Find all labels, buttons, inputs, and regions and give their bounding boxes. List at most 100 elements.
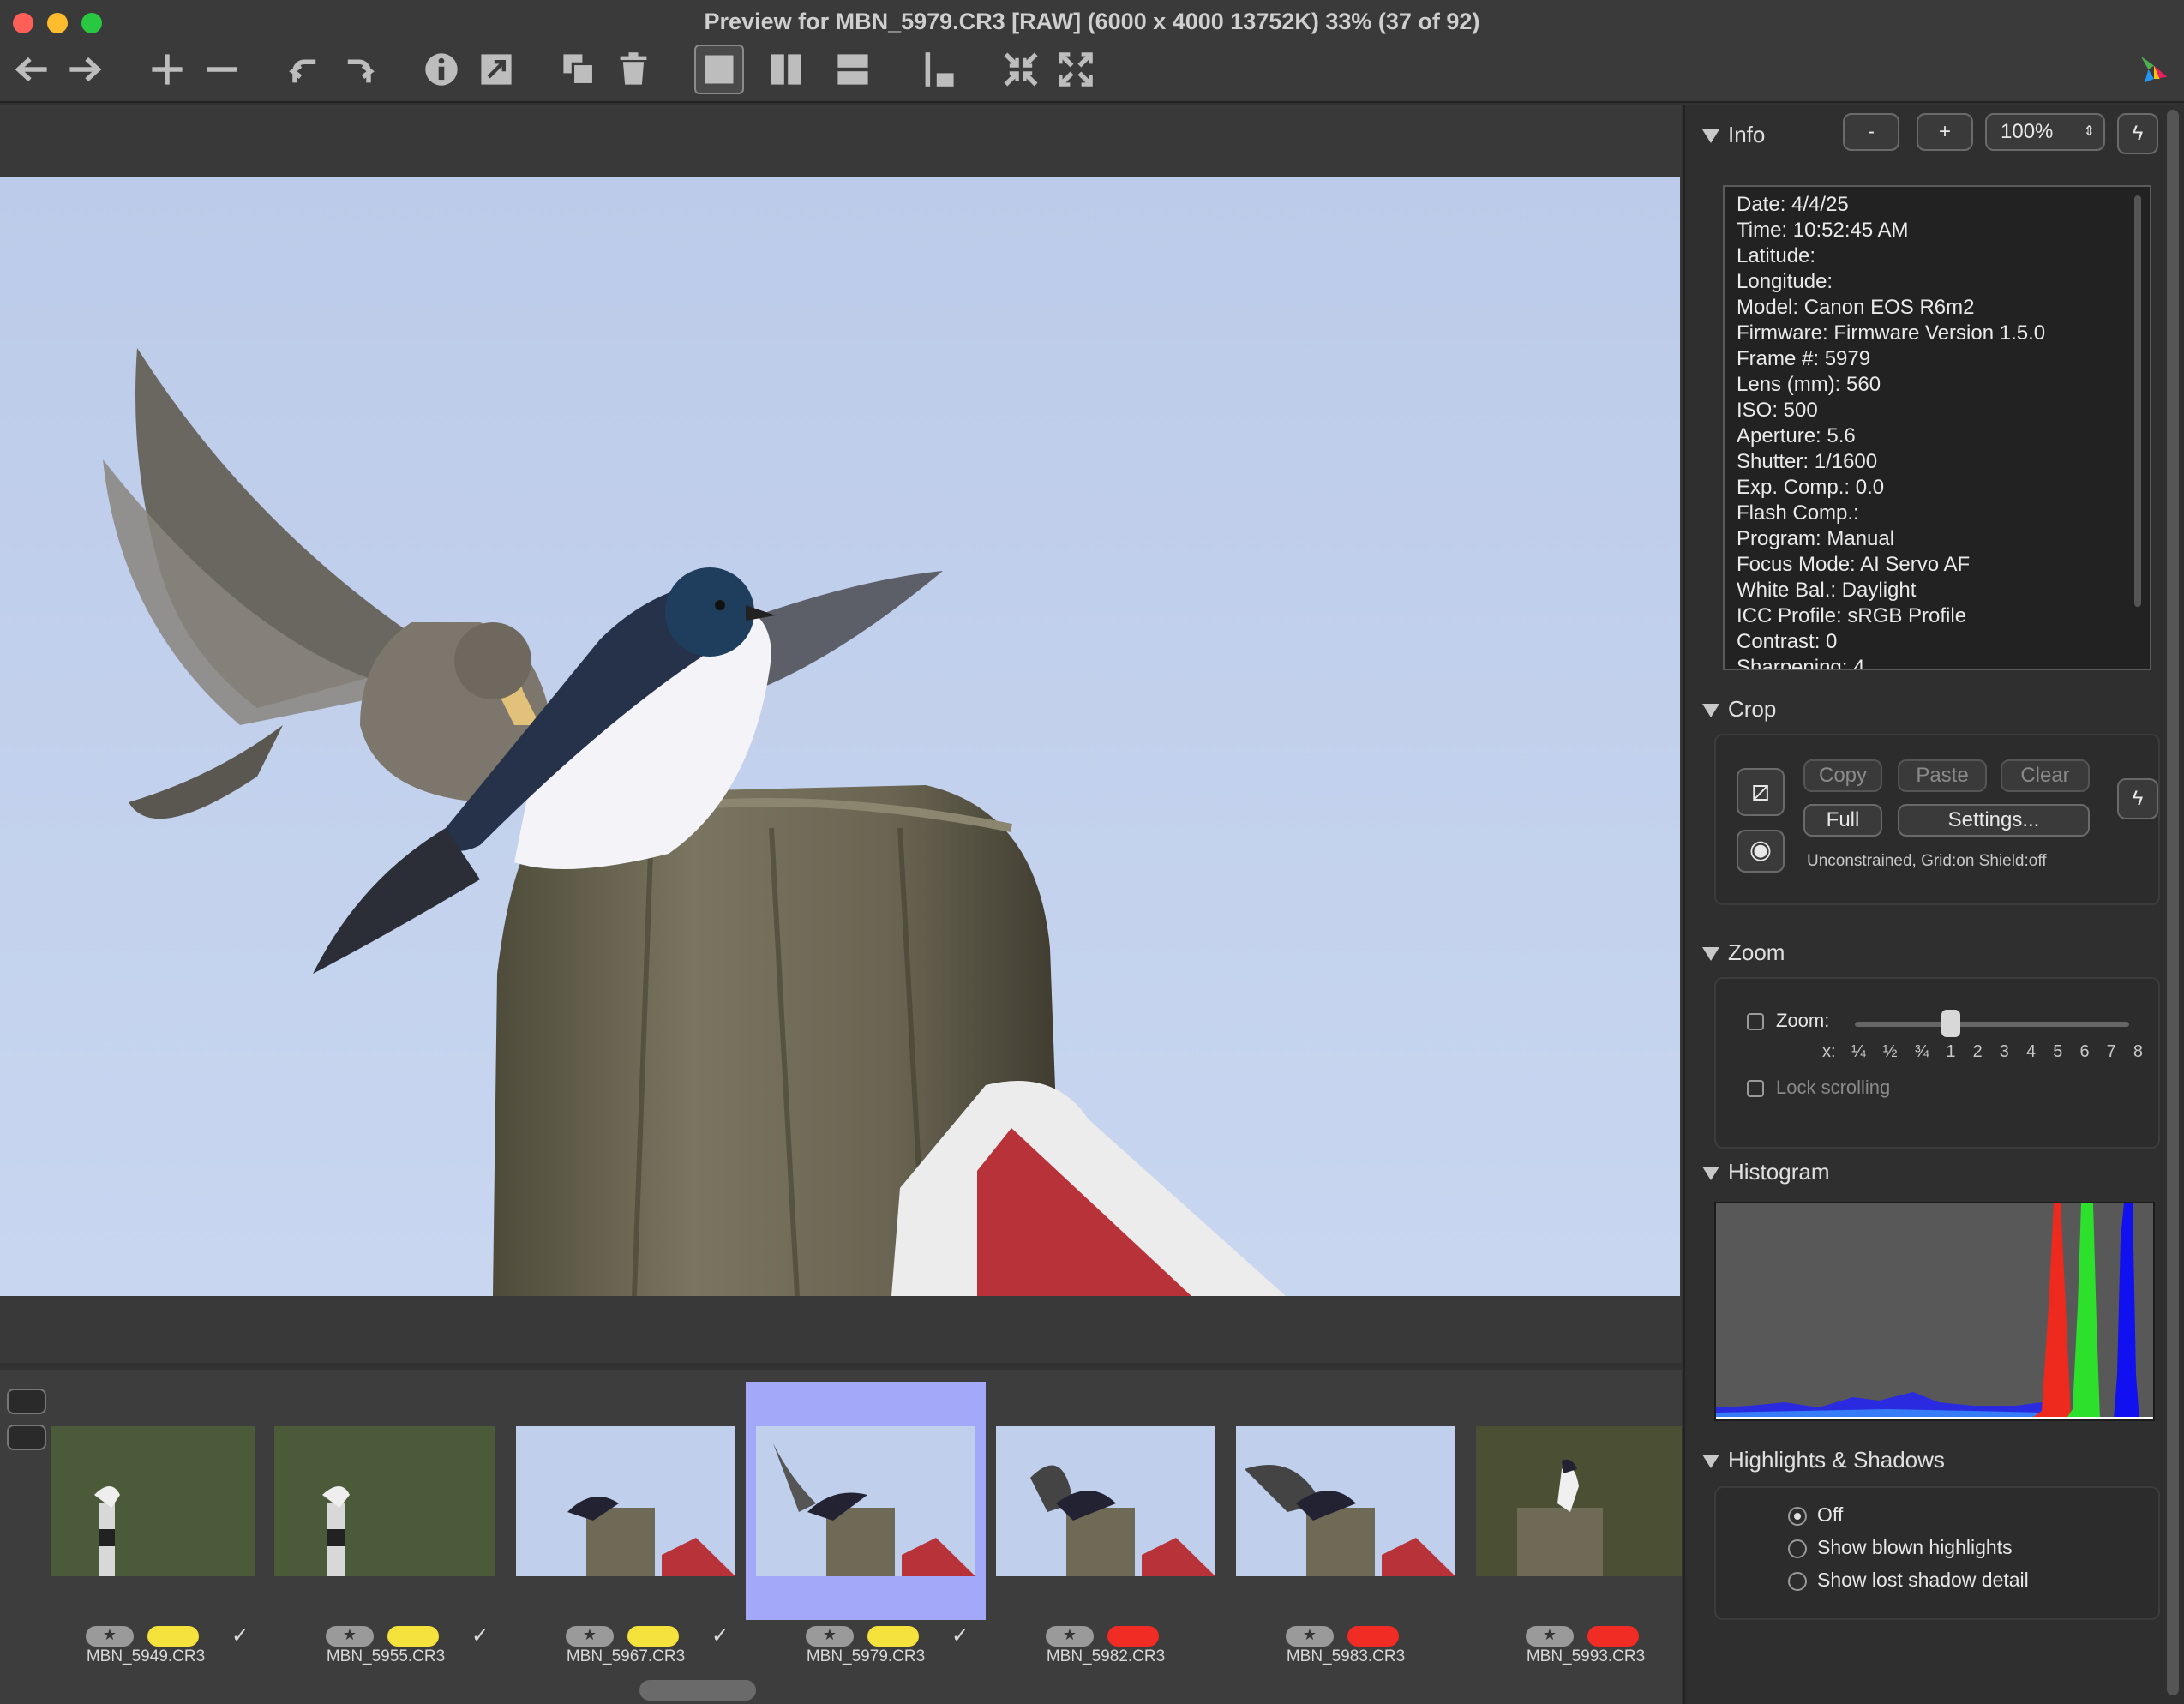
sidebar-icon[interactable] [914, 45, 963, 94]
thumbnail-image[interactable] [756, 1426, 975, 1576]
color-label[interactable] [867, 1626, 919, 1647]
rotate-left-icon[interactable] [279, 45, 329, 94]
star-rating[interactable]: ★ [86, 1626, 134, 1647]
color-label[interactable] [1347, 1626, 1399, 1647]
star-rating[interactable]: ★ [326, 1626, 374, 1647]
zoom-section-header[interactable]: Zoom [1702, 939, 1785, 966]
zoom-tick: 5 [2053, 1042, 2063, 1061]
zoom-tick: 7 [2106, 1042, 2116, 1061]
split-vertical-icon[interactable] [761, 45, 811, 94]
shrink-icon[interactable] [996, 45, 1046, 94]
info-zoom-in-button[interactable]: + [1917, 113, 1973, 151]
info-line: Firmware: Firmware Version 1.5.0 [1737, 321, 2046, 345]
crop-section-header[interactable]: Crop [1702, 696, 1776, 723]
star-rating[interactable]: ★ [1286, 1626, 1334, 1647]
lightning-icon[interactable]: ϟ [2117, 778, 2158, 819]
eye-icon[interactable]: ◉ [1737, 830, 1785, 873]
crop-paste-button[interactable]: Paste [1898, 759, 1987, 792]
zoom-out-icon[interactable] [197, 45, 247, 94]
color-label[interactable] [627, 1626, 679, 1647]
checkbox[interactable] [1747, 1013, 1764, 1031]
info-line: Shutter: 1/1600 [1737, 450, 1878, 473]
thumbnail-image[interactable] [1236, 1426, 1455, 1576]
disclosure-triangle-icon[interactable] [1702, 947, 1719, 962]
crop-full-button[interactable]: Full [1803, 804, 1882, 837]
radio-off[interactable]: Off [1788, 1503, 1843, 1527]
info-zoom-select[interactable]: 100% ⇕ [1985, 113, 2105, 151]
highlights-section-header[interactable]: Highlights & Shadows [1702, 1447, 1945, 1473]
info-line: Program: Manual [1737, 527, 1895, 550]
info-line: Contrast: 0 [1737, 630, 1838, 653]
thumbnail-image[interactable] [1476, 1426, 1682, 1576]
crop-settings-button[interactable]: Settings... [1898, 804, 2090, 837]
crop-status: Unconstrained, Grid:on Shield:off [1807, 852, 2047, 870]
disclosure-triangle-icon[interactable] [1702, 704, 1719, 718]
zoom-slider-thumb[interactable] [1941, 1010, 1960, 1037]
radio-button[interactable] [1788, 1539, 1807, 1558]
radio-button[interactable] [1788, 1571, 1807, 1591]
single-view-icon[interactable] [694, 45, 744, 94]
expand-icon[interactable] [1051, 45, 1101, 94]
radio-label: Show blown highlights [1817, 1536, 2013, 1558]
radio-blown-highlights[interactable]: Show blown highlights [1788, 1536, 2013, 1559]
info-line: Time: 10:52:45 AM [1737, 219, 1909, 242]
forward-icon[interactable] [60, 45, 110, 94]
histogram-section-header[interactable]: Histogram [1702, 1159, 1829, 1185]
radio-button[interactable] [1788, 1506, 1807, 1526]
info-icon[interactable] [417, 45, 466, 94]
check-icon[interactable]: ✓ [231, 1623, 249, 1648]
filmstrip-mode-icon[interactable] [7, 1389, 46, 1414]
info-line: Model: Canon EOS R6m2 [1737, 296, 1975, 319]
info-zoom-out-button[interactable]: - [1843, 113, 1899, 151]
window-title: Preview for MBN_5979.CR3 [RAW] (6000 x 4… [704, 9, 1480, 34]
star-rating[interactable]: ★ [806, 1626, 854, 1647]
preview-window: Preview for MBN_5979.CR3 [RAW] (6000 x 4… [0, 0, 2184, 1704]
color-label[interactable] [387, 1626, 439, 1647]
trash-icon[interactable] [609, 45, 658, 94]
rotate-right-icon[interactable] [334, 45, 384, 94]
copy-icon[interactable] [554, 45, 603, 94]
section-title: Histogram [1728, 1159, 1830, 1185]
disclosure-triangle-icon[interactable] [1702, 1455, 1719, 1469]
thumbnail-filename: MBN_5967.CR3 [566, 1647, 686, 1665]
color-label[interactable] [1587, 1626, 1639, 1647]
section-title: Info [1728, 122, 1766, 147]
info-line: Date: 4/4/25 [1737, 193, 1849, 216]
crop-tool-icon[interactable]: ⧄ [1737, 768, 1785, 816]
info-section-header[interactable]: Info [1702, 122, 1765, 148]
lock-scrolling-checkbox[interactable]: Lock scrolling [1747, 1077, 1890, 1099]
radio-lost-shadows[interactable]: Show lost shadow detail [1788, 1569, 2029, 1592]
check-icon[interactable]: ✓ [951, 1623, 969, 1648]
split-horizontal-icon[interactable] [828, 45, 878, 94]
disclosure-triangle-icon[interactable] [1702, 129, 1719, 144]
info-scrollbar[interactable] [2134, 195, 2141, 607]
crop-clear-button[interactable]: Clear [2001, 759, 2090, 792]
zoom-slider-track[interactable] [1855, 1022, 2129, 1027]
zoom-checkbox[interactable]: Zoom: [1747, 1010, 1829, 1032]
crop-copy-button[interactable]: Copy [1803, 759, 1882, 792]
title-bar: Preview for MBN_5979.CR3 [RAW] (6000 x 4… [0, 0, 2184, 103]
star-rating[interactable]: ★ [1046, 1626, 1094, 1647]
image-viewer[interactable]: ✓ [0, 105, 1682, 1485]
check-icon[interactable]: ✓ [711, 1623, 729, 1648]
lightning-icon[interactable]: ϟ [2117, 113, 2158, 154]
inspector-scrollbar[interactable] [2167, 110, 2179, 1695]
color-label[interactable] [147, 1626, 199, 1647]
checkbox[interactable] [1747, 1080, 1764, 1098]
export-icon[interactable] [471, 45, 521, 94]
star-rating[interactable]: ★ [566, 1626, 614, 1647]
thumbnail-image[interactable] [274, 1426, 495, 1576]
info-list[interactable]: Date: 4/4/25 Time: 10:52:45 AM Latitude:… [1723, 185, 2151, 670]
zoom-in-icon[interactable] [142, 45, 192, 94]
filmstrip-scrollbar[interactable] [639, 1680, 756, 1701]
back-icon[interactable] [7, 45, 57, 94]
disclosure-triangle-icon[interactable] [1702, 1167, 1719, 1181]
star-rating[interactable]: ★ [1526, 1626, 1574, 1647]
filmstrip-layout-icon[interactable] [7, 1425, 46, 1450]
color-label[interactable] [1107, 1626, 1159, 1647]
thumbnail-image[interactable] [516, 1426, 735, 1576]
thumbnail-filename: MBN_5949.CR3 [86, 1647, 206, 1665]
check-icon[interactable]: ✓ [471, 1623, 489, 1648]
thumbnail-image[interactable] [51, 1426, 255, 1576]
thumbnail-image[interactable] [996, 1426, 1215, 1576]
